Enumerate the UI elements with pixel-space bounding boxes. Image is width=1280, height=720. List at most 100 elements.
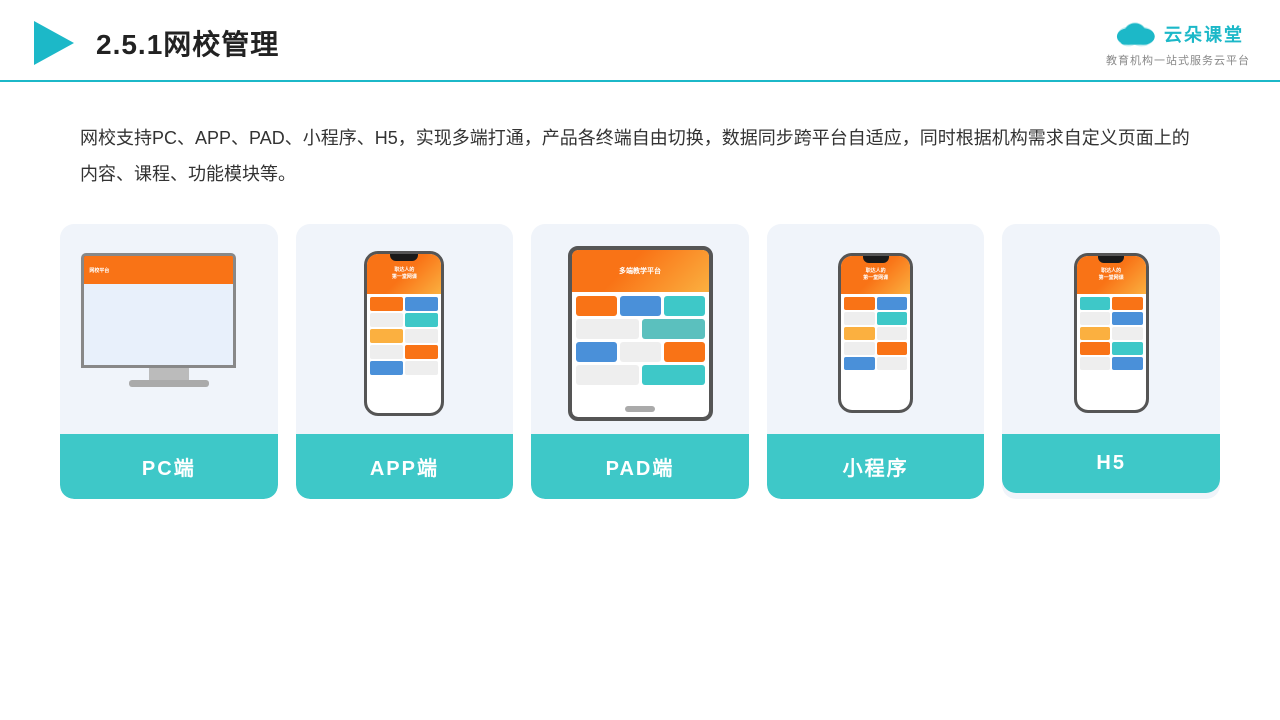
card-pc: 网校平台 [60,224,278,499]
app-image-area: 职达人的第一堂网课 [296,224,514,434]
pc-base [129,380,209,387]
pc-label: PC端 [60,434,278,499]
h5-phone-mockup: 职达人的第一堂网课 [1074,253,1149,413]
tab-box-2 [620,296,661,316]
mini-row-4 [844,342,907,355]
mini-box-10 [877,357,908,370]
h5-box-9 [1080,357,1111,370]
mini-box-1 [844,297,875,310]
mini-row-3 [844,327,907,340]
tab-box-7 [620,342,661,362]
mini-box-8 [877,342,908,355]
pc-bar-2 [88,294,201,296]
h5-phone-top-text: 职达人的第一堂网课 [1097,266,1126,284]
app-phone-notch [390,254,418,261]
card-app: 职达人的第一堂网课 [296,224,514,499]
pc-block [88,306,229,326]
mini-box-9 [844,357,875,370]
pad-image-area: 多端教学平台 [531,224,749,434]
logo-cloud: 云朵课堂 [1112,18,1244,50]
h5-row-1 [1080,297,1143,310]
pc-mini-1 [88,306,134,326]
pc-mini-3 [184,306,230,326]
h5-row-2 [1080,312,1143,325]
app-box-10 [405,361,438,375]
description-text: 网校支持PC、APP、PAD、小程序、H5，实现多端打通，产品各终端自由切换，数… [0,82,1280,192]
logo-text: 云朵课堂 [1164,21,1244,47]
pc-stand [149,368,189,380]
app-box-5 [370,329,403,343]
description-paragraph: 网校支持PC、APP、PAD、小程序、H5，实现多端打通，产品各终端自由切换，数… [80,120,1200,192]
tab-box-9 [576,365,639,385]
app-screen-top-text: 职达人的第一堂网课 [390,265,419,283]
app-row-4 [370,345,438,359]
mini-box-3 [844,312,875,325]
tablet-content [572,292,709,389]
tablet-row-3 [576,342,705,362]
app-box-2 [405,297,438,311]
tab-box-10 [642,365,705,385]
h5-image-area: 职达人的第一堂网课 [1002,224,1220,434]
cloud-icon [1112,18,1158,50]
cards-area: 网校平台 [0,192,1280,499]
app-phone-screen: 职达人的第一堂网课 [367,254,441,413]
h5-label: H5 [1002,434,1220,493]
h5-box-1 [1080,297,1111,310]
tablet-screen-top: 多端教学平台 [572,250,709,292]
page-title: 2.5.1网校管理 [96,23,279,63]
mini-box-7 [844,342,875,355]
pc-bar-3 [88,299,173,301]
app-phone-mockup: 职达人的第一堂网课 [364,251,444,416]
app-box-9 [370,361,403,375]
header: 2.5.1网校管理 云朵课堂 教育机构一站式服务云平台 [0,0,1280,82]
mini-box-2 [877,297,908,310]
mini-box-6 [877,327,908,340]
pc-header-bar: 网校平台 [84,256,233,284]
tab-box-5 [642,319,705,339]
pc-screen-content [86,286,231,363]
h5-box-10 [1112,357,1143,370]
mini-row-2 [844,312,907,325]
mini-phone-screen: 职达人的第一堂网课 [841,256,910,410]
h5-phone-screen: 职达人的第一堂网课 [1077,256,1146,410]
mini-box-4 [877,312,908,325]
app-row-2 [370,313,438,327]
tablet-screen-top-text: 多端教学平台 [619,266,661,276]
app-box-3 [370,313,403,327]
logo-area: 云朵课堂 教育机构一站式服务云平台 [1106,18,1250,68]
header-left: 2.5.1网校管理 [30,19,279,67]
h5-box-5 [1080,327,1111,340]
h5-box-6 [1112,327,1143,340]
mini-phone-top-text: 职达人的第一堂网课 [861,266,890,284]
mini-row-5 [844,357,907,370]
mini-phone-content [841,294,910,373]
app-box-7 [370,345,403,359]
h5-box-7 [1080,342,1111,355]
mini-image-area: 职达人的第一堂网课 [767,224,985,434]
app-box-8 [405,345,438,359]
tab-box-8 [664,342,705,362]
app-box-6 [405,329,438,343]
pc-header-text: 网校平台 [89,267,109,274]
pc-mini-5 [160,331,230,361]
mini-label: 小程序 [767,434,985,499]
tablet-home-btn [625,406,655,412]
tab-box-4 [576,319,639,339]
card-h5: 职达人的第一堂网课 [1002,224,1220,499]
pc-bar-1 [88,288,229,291]
card-mini: 职达人的第一堂网课 [767,224,985,499]
tab-box-3 [664,296,705,316]
mini-row-1 [844,297,907,310]
pc-screen-inner: 网校平台 [84,256,233,365]
app-phone-content [367,294,441,378]
pc-mini-2 [136,306,182,326]
card-pad: 多端教学平台 [531,224,749,499]
pc-mockup: 网校平台 [81,253,256,413]
mini-phone-mockup: 职达人的第一堂网课 [838,253,913,413]
h5-row-3 [1080,327,1143,340]
h5-box-2 [1112,297,1143,310]
tab-box-1 [576,296,617,316]
h5-row-5 [1080,357,1143,370]
app-row-3 [370,329,438,343]
tablet-row-4 [576,365,705,385]
